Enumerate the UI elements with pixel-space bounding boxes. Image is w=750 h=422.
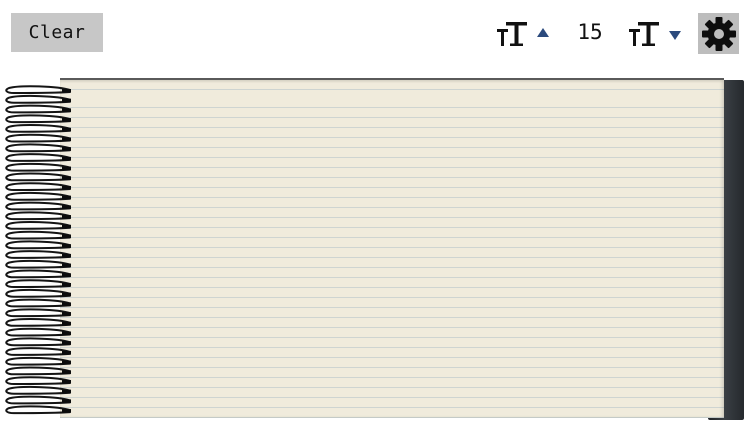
font-size-value: 15 [577,20,603,44]
spiral-coil [5,172,71,182]
font-size-increase-icon[interactable] [495,16,531,52]
spiral-coil [5,104,71,114]
writing-page[interactable] [60,80,724,418]
spiral-coil [5,288,71,298]
spiral-coil [5,347,71,356]
spiral-coil [5,230,71,240]
notebook [0,78,750,422]
spiral-coil [5,356,71,366]
spiral-coil [5,162,71,172]
spiral-coil [5,327,71,337]
font-size-up-arrow-icon[interactable] [537,28,549,37]
spiral-binding [0,82,76,420]
spiral-coil [5,385,71,395]
spiral-coil [5,211,71,221]
spiral-coil [5,395,71,405]
spiral-coil [5,250,71,259]
spiral-coil [5,240,71,250]
font-size-decrease-icon[interactable] [627,16,663,52]
font-size-down-arrow-icon[interactable] [669,31,681,40]
spiral-coil [5,405,71,415]
spiral-coil [5,279,71,289]
spiral-coil [5,153,71,162]
spiral-coil [5,133,71,143]
clear-button[interactable]: Clear [11,13,103,52]
spiral-coil [5,269,71,279]
spiral-coil [5,94,71,104]
spiral-coil [5,201,71,211]
spiral-coil [5,318,71,327]
spiral-coil [5,191,71,201]
spiral-coil [5,124,71,133]
spiral-coil [5,85,71,95]
settings-button[interactable] [698,13,739,54]
spiral-coil [5,298,71,308]
spiral-coil [5,143,71,153]
spiral-coil [5,337,71,347]
spiral-coil [5,366,71,376]
spiral-coil [5,182,71,192]
gear-icon [701,16,736,51]
spiral-coil [5,114,71,124]
spiral-coil [5,308,71,318]
spiral-coil [5,376,71,386]
spiral-coil [5,221,71,230]
spiral-coil [5,259,71,269]
